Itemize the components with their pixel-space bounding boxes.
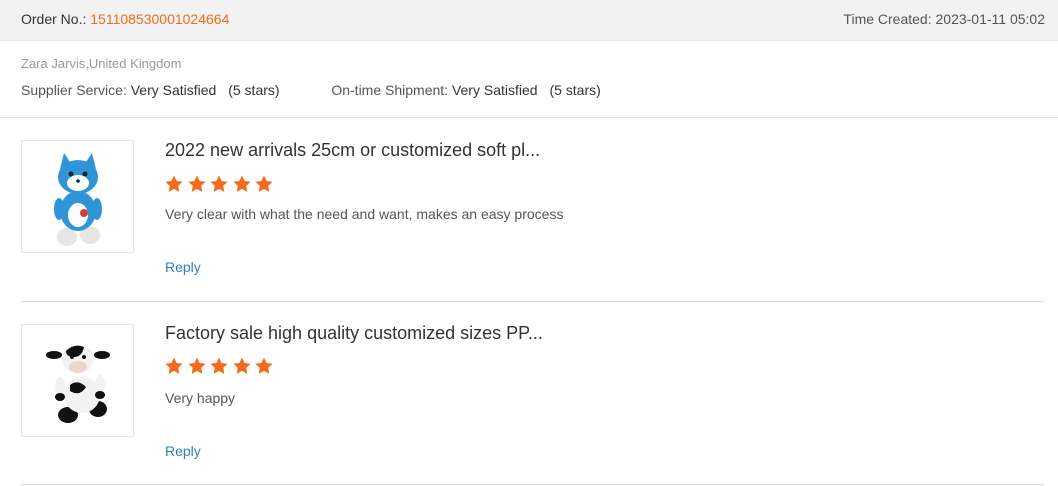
blue-cat-plush-image bbox=[54, 153, 102, 246]
time-created-label: Time Created: bbox=[843, 11, 932, 27]
supplier-service-stars: (5 stars) bbox=[228, 82, 280, 98]
star-rating bbox=[164, 356, 277, 376]
product-thumbnail[interactable] bbox=[21, 324, 134, 437]
supplier-service-label: Supplier Service: bbox=[21, 82, 127, 98]
star-icon bbox=[187, 356, 207, 376]
order-number-value[interactable]: 151108530001024664 bbox=[90, 11, 229, 27]
star-icon bbox=[254, 174, 274, 194]
supplier-ratings: Supplier Service: Very Satisfied (5 star… bbox=[21, 82, 601, 98]
product-thumbnail[interactable] bbox=[21, 140, 134, 253]
time-created: Time Created: 2023-01-11 05:02 bbox=[843, 11, 1045, 27]
cow-plush-image bbox=[46, 345, 110, 423]
star-icon bbox=[232, 174, 252, 194]
star-icon bbox=[254, 356, 274, 376]
product-title[interactable]: Factory sale high quality customized siz… bbox=[165, 323, 543, 344]
buyer-name: Zara Jarvis,United Kingdom bbox=[21, 56, 182, 71]
star-icon bbox=[209, 356, 229, 376]
order-number-label: Order No.: bbox=[21, 11, 87, 27]
review-comment: Very clear with what the need and want, … bbox=[165, 206, 564, 222]
review-item: 2022 new arrivals 25cm or customized sof… bbox=[21, 118, 1044, 302]
star-icon bbox=[164, 174, 184, 194]
shipment-value: Very Satisfied bbox=[451, 82, 538, 98]
reply-link[interactable]: Reply bbox=[165, 259, 201, 275]
star-rating bbox=[164, 174, 277, 194]
time-created-value: 2023-01-11 05:02 bbox=[935, 11, 1046, 27]
shipment-stars: (5 stars) bbox=[549, 82, 601, 98]
order-header: Order No.: 151108530001024664 Time Creat… bbox=[0, 0, 1058, 41]
star-icon bbox=[164, 356, 184, 376]
product-title[interactable]: 2022 new arrivals 25cm or customized sof… bbox=[165, 140, 540, 161]
shipment-label: On-time Shipment: bbox=[331, 82, 449, 98]
review-item: Factory sale high quality customized siz… bbox=[21, 302, 1044, 485]
buyer-info: Zara Jarvis,United Kingdom Supplier Serv… bbox=[0, 41, 1058, 118]
supplier-service-value: Very Satisfied bbox=[130, 82, 217, 98]
star-icon bbox=[187, 174, 207, 194]
star-icon bbox=[232, 356, 252, 376]
review-comment: Very happy bbox=[165, 390, 236, 406]
star-icon bbox=[209, 174, 229, 194]
reply-link[interactable]: Reply bbox=[165, 443, 201, 459]
order-number: Order No.: 151108530001024664 bbox=[21, 11, 229, 27]
